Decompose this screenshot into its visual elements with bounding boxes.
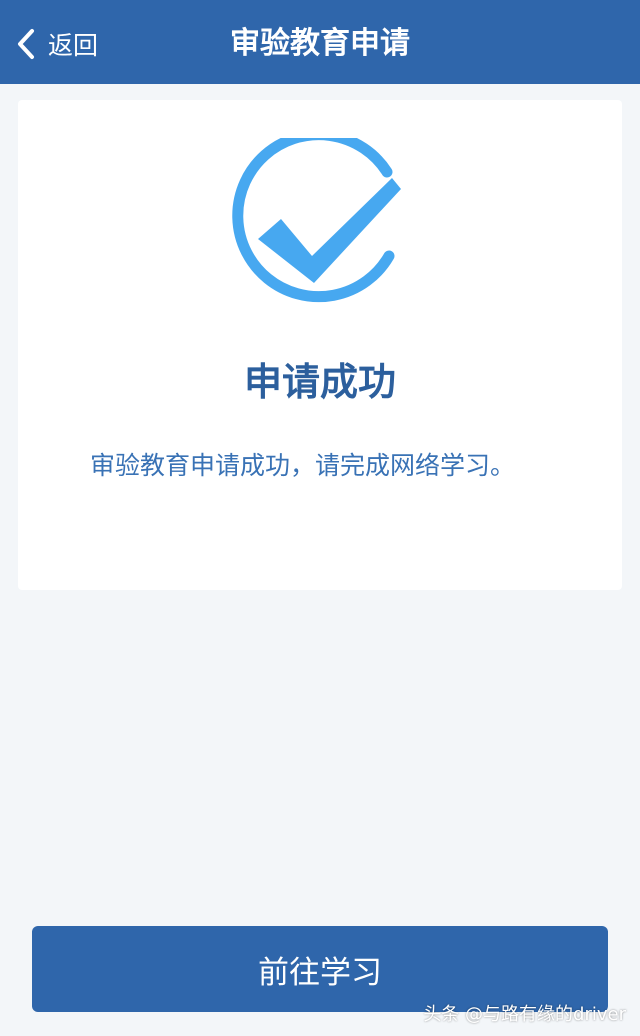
result-card: 申请成功 审验教育申请成功，请完成网络学习。: [18, 100, 622, 590]
success-message: 审验教育申请成功，请完成网络学习。: [90, 451, 516, 480]
page-title: 审验教育申请: [230, 26, 410, 61]
check-circle-icon: [232, 138, 401, 303]
success-title: 申请成功: [243, 360, 396, 404]
app-header: 返回 审验教育申请: [0, 0, 640, 84]
watermark-text: 头条 @与路有缘的driver: [423, 1004, 626, 1025]
